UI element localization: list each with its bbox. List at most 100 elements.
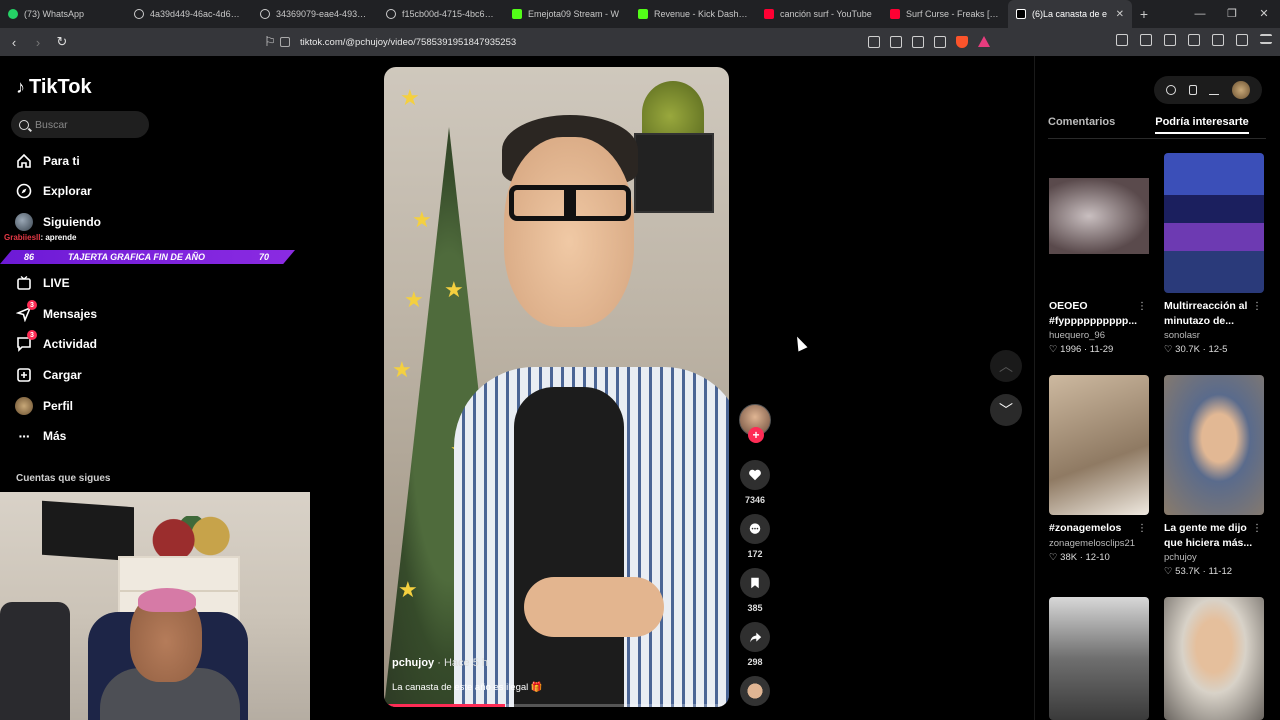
creator-avatar[interactable]: + <box>739 404 771 443</box>
suggested-video-card[interactable] <box>1164 597 1264 720</box>
sidebar-item-live[interactable]: LIVE <box>15 273 70 293</box>
comment-button[interactable]: 172 <box>737 514 773 559</box>
browser-tab[interactable]: 34369079-eae4-4933-add <box>252 0 378 28</box>
browser-tab[interactable]: Emejota09 Stream - W <box>504 0 630 28</box>
globe-icon <box>260 9 270 19</box>
browser-tab[interactable]: canción surf - YouTube <box>756 0 882 28</box>
sidebar-item-siguiendo[interactable]: Siguiendo <box>15 212 101 232</box>
previous-video-button[interactable]: ︿ <box>990 350 1022 382</box>
card-meta: ♡ 30.7K · 12-5 <box>1164 344 1228 356</box>
sidebar-icon[interactable] <box>1164 34 1176 46</box>
browser-tab[interactable]: Surf Curse - Freaks [Offici <box>882 0 1008 28</box>
video-thumbnail[interactable] <box>1049 153 1149 293</box>
reload-icon[interactable]: ↻ <box>52 34 72 50</box>
share-button[interactable]: 298 <box>737 622 773 667</box>
like-button[interactable]: 7346 <box>737 460 773 505</box>
browser-tab[interactable]: Revenue - Kick Dashboard <box>630 0 756 28</box>
tiktok-icon <box>1016 9 1026 19</box>
share-icon[interactable] <box>934 36 946 48</box>
bookmark-icon[interactable]: ⚐ <box>260 34 280 50</box>
video-thumbnail[interactable] <box>1049 375 1149 515</box>
download-icon[interactable] <box>1209 85 1220 95</box>
share-icon[interactable] <box>740 622 770 652</box>
message-icon: 3 <box>15 300 37 323</box>
music-disc-button[interactable] <box>737 676 773 706</box>
next-video-button[interactable]: ﹀ <box>990 394 1022 426</box>
kick-icon <box>638 9 648 19</box>
sidebar-item-perfil[interactable]: Perfil <box>15 396 73 416</box>
minimize-icon[interactable]: — <box>1184 0 1216 28</box>
suggested-video-card[interactable] <box>1049 597 1149 720</box>
suggested-video-card[interactable]: OEOEO #fypppppppppp... ⋮ huequero_96 ♡ 1… <box>1049 153 1149 355</box>
close-window-icon[interactable]: ✕ <box>1248 0 1280 28</box>
comment-icon[interactable] <box>740 514 770 544</box>
search-input[interactable]: Buscar <box>11 111 149 138</box>
tab-suggested[interactable]: Podría interesarte <box>1155 116 1249 134</box>
browser-tab[interactable]: (73) WhatsApp <box>0 0 126 28</box>
translate-icon[interactable] <box>912 36 924 48</box>
back-icon[interactable]: ‹ <box>4 35 24 50</box>
sidebar-item-mas[interactable]: ··· Más <box>15 426 67 446</box>
mute-icon[interactable] <box>868 36 880 48</box>
card-meta: ♡ 38K · 12-10 <box>1049 551 1110 563</box>
phone-icon[interactable] <box>1188 85 1197 95</box>
video-thumbnail[interactable] <box>1164 153 1264 293</box>
vpn-icon[interactable] <box>1236 34 1248 46</box>
globe-icon <box>134 9 144 19</box>
close-tab-icon[interactable]: ✕ <box>1116 9 1124 20</box>
more-options-icon[interactable]: ⋮ <box>1137 523 1147 534</box>
sidebar-item-mensajes[interactable]: 3 Mensajes <box>15 300 97 324</box>
youtube-icon <box>890 9 900 19</box>
tab-comments[interactable]: Comentarios <box>1048 116 1115 128</box>
video-thumbnail[interactable] <box>1164 375 1264 515</box>
chevron-up-icon: ︿ <box>999 358 1013 374</box>
suggested-video-card[interactable]: La gente me dijo que hiciera más... ⋮ pc… <box>1164 375 1264 577</box>
more-options-icon[interactable]: ⋮ <box>1252 301 1262 312</box>
mouse-cursor <box>792 334 808 352</box>
toolbar-icons <box>1116 34 1272 46</box>
home-icon <box>15 152 33 170</box>
maximize-icon[interactable]: ❐ <box>1216 0 1248 28</box>
following-accounts-title: Cuentas que sigues <box>16 473 111 484</box>
more-options-icon[interactable]: ⋮ <box>1137 301 1147 312</box>
suggested-video-card[interactable]: #zonagemelos ⋮ zonagemelosclips21 ♡ 38K … <box>1049 375 1149 563</box>
sidebar-item-explorar[interactable]: Explorar <box>15 181 92 201</box>
site-info-icon[interactable] <box>280 37 290 47</box>
address-bar-row: ‹ › ↻ ⚐ tiktok.com/@pchujoy/video/758539… <box>0 28 1280 56</box>
new-tab-button[interactable]: + <box>1132 6 1156 22</box>
heart-icon[interactable] <box>740 460 770 490</box>
sidebar-item-para-ti[interactable]: Para ti <box>15 151 80 171</box>
creator-avatar-button[interactable]: + <box>737 404 773 443</box>
cast-icon[interactable] <box>890 36 902 48</box>
video-thumbnail[interactable] <box>1164 597 1264 720</box>
suggested-video-card[interactable]: Multirreacción al minutazo de... ⋮ sonol… <box>1164 153 1264 355</box>
brave-shield-icon[interactable] <box>956 36 968 48</box>
menu-icon[interactable] <box>1260 34 1272 44</box>
extension-icon[interactable] <box>1116 34 1128 46</box>
video-author[interactable]: pchujoy · Hace 5 h <box>392 657 488 669</box>
music-disc-icon[interactable] <box>740 676 770 706</box>
sidebar-item-actividad[interactable]: 3 Actividad <box>15 330 97 354</box>
brave-rewards-icon[interactable] <box>978 36 990 47</box>
more-options-icon[interactable]: ⋮ <box>1252 523 1262 534</box>
tab-divider <box>1048 138 1266 139</box>
follow-plus-icon[interactable]: + <box>748 427 764 443</box>
compass-icon[interactable] <box>1166 85 1177 95</box>
video-player[interactable]: ★ ★ ★ ★ ★ ★ ★ pchujoy · Hace 5 h La cana… <box>384 67 729 707</box>
video-thumbnail[interactable] <box>1049 597 1149 720</box>
browser-tab[interactable]: 4a39d449-46ac-4d6b-bb7 <box>126 0 252 28</box>
forward-icon[interactable]: › <box>28 35 48 50</box>
browser-tab-active[interactable]: (6)La canasta de e ✕ <box>1008 0 1132 28</box>
wallet-icon[interactable] <box>1188 34 1200 46</box>
bookmark-icon[interactable] <box>740 568 770 598</box>
following-avatar <box>15 213 33 231</box>
user-avatar[interactable] <box>1231 81 1250 99</box>
leo-icon[interactable] <box>1212 34 1224 46</box>
video-progress-bar[interactable] <box>384 704 729 707</box>
tiktok-logo[interactable]: ♪ TikTok <box>16 76 92 99</box>
sidebar-item-cargar[interactable]: Cargar <box>15 365 82 385</box>
browser-tab[interactable]: f15cb00d-4715-4bc6-a584 <box>378 0 504 28</box>
music-icon[interactable] <box>1140 34 1152 46</box>
save-button[interactable]: 385 <box>737 568 773 613</box>
panel-tabs: Comentarios Podría interesarte <box>1048 116 1268 134</box>
